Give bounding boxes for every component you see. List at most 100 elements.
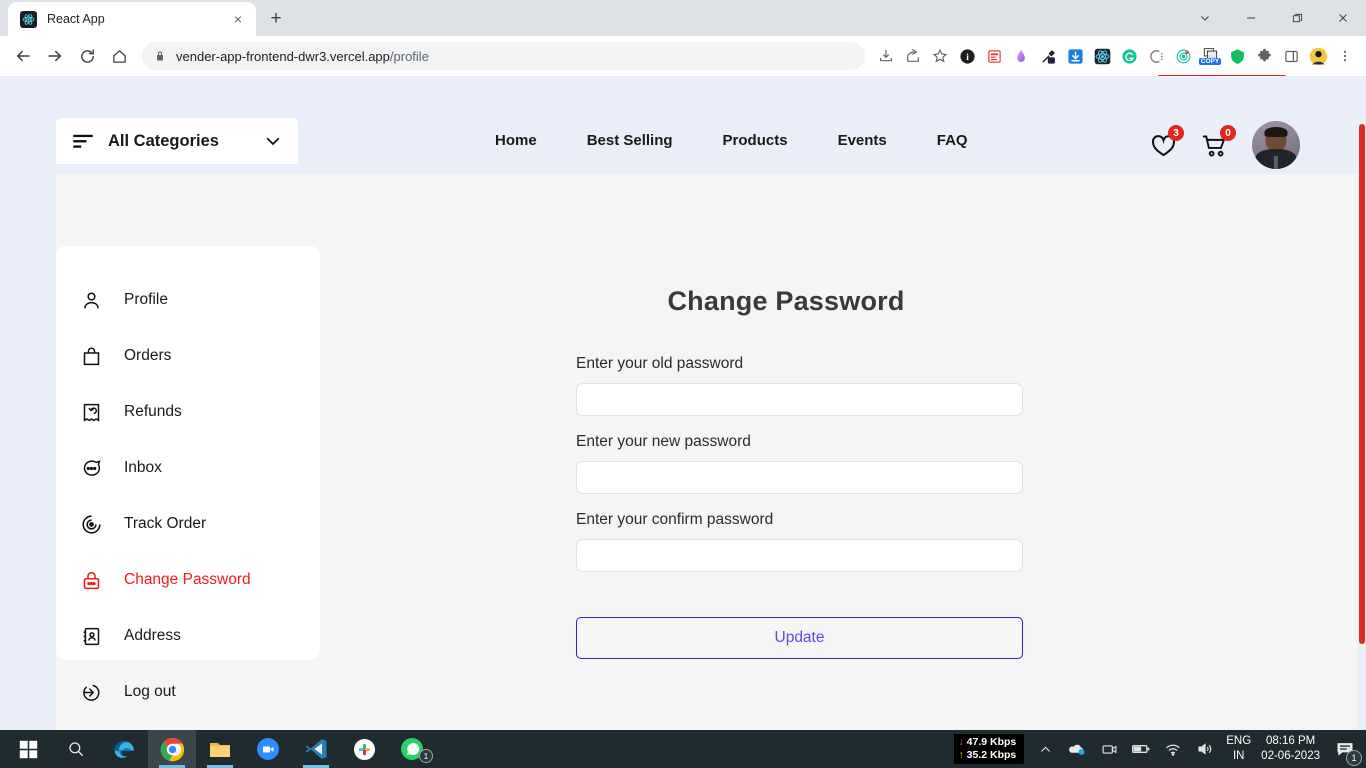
nav-link-faq[interactable]: FAQ (912, 132, 993, 149)
tab-strip: React App × + (0, 0, 1366, 36)
back-icon[interactable] (8, 41, 38, 71)
sidebar-item-address[interactable]: Address (56, 608, 320, 664)
avatar-hair (1264, 126, 1288, 138)
reload-icon[interactable] (72, 41, 102, 71)
share-icon[interactable] (900, 43, 926, 69)
page-title: Change Password (667, 286, 905, 316)
bag-icon (80, 345, 102, 367)
download-arrow: ↓ (958, 736, 964, 748)
sidebar-item-track-order[interactable]: Track Order (56, 496, 320, 552)
avatar[interactable] (1252, 121, 1300, 169)
shield-icon[interactable] (1224, 43, 1250, 69)
maximize-button[interactable] (1274, 0, 1320, 36)
whatsapp-icon[interactable]: 1 (388, 730, 436, 768)
old-password-input[interactable] (576, 383, 1023, 416)
browser-tab[interactable]: React App × (8, 2, 256, 36)
download-speed: 47.9 Kbps (966, 736, 1017, 748)
sidebar-item-orders[interactable]: Orders (56, 328, 320, 384)
confirm-password-input[interactable] (576, 539, 1023, 572)
camera-icon[interactable] (1098, 738, 1120, 760)
eyedropper-icon[interactable] (1035, 43, 1061, 69)
sidebar-item-inbox[interactable]: Inbox (56, 440, 320, 496)
window-controls (1182, 0, 1366, 36)
minimize-button[interactable] (1228, 0, 1274, 36)
nav-link-products[interactable]: Products (698, 132, 813, 149)
profile-sidebar: Profile Orders Refunds Inbox Track Order… (56, 246, 320, 701)
close-icon[interactable]: × (228, 9, 248, 29)
start-button[interactable] (4, 730, 52, 768)
language-indicator[interactable]: ENG IN (1226, 734, 1251, 764)
gradient-icon[interactable] (1008, 43, 1034, 69)
screen-recorder-icon[interactable] (1170, 43, 1196, 69)
clock-date: 02-06-2023 (1261, 750, 1320, 762)
network-speed-widget[interactable]: ↓ 47.9 Kbps ↑ 35.2 Kbps (954, 734, 1025, 764)
chevron-down-icon (264, 132, 282, 150)
sidebar-label: Log out (124, 683, 176, 700)
sidebar-label: Address (124, 627, 181, 644)
notification-icon[interactable]: 1 (1330, 734, 1362, 766)
clock[interactable]: 08:16 PM 02-06-2023 (1261, 734, 1320, 764)
url-host: vender-app-frontend-dwr3.vercel.app (176, 48, 390, 64)
change-password-form: Enter your old password Enter your new p… (576, 355, 1023, 659)
profile-avatar-icon[interactable] (1305, 43, 1331, 69)
all-categories-dropdown[interactable]: All Categories (56, 118, 298, 164)
show-hidden-icons-chevron[interactable] (1034, 738, 1056, 760)
nav-link-best-selling[interactable]: Best Selling (562, 132, 698, 149)
zoom-icon[interactable] (244, 730, 292, 768)
upload-speed: 35.2 Kbps (966, 749, 1017, 761)
windows-taskbar: 1 ↓ 47.9 Kbps ↑ 35.2 Kbps ENG IN 08:16 P… (0, 730, 1366, 768)
battery-icon[interactable] (1130, 738, 1152, 760)
forward-icon[interactable] (40, 41, 70, 71)
new-tab-button[interactable]: + (262, 5, 290, 33)
change-password-panel: Change Password Enter your old password … (476, 174, 1096, 659)
address-bar[interactable]: vender-app-frontend-dwr3.vercel.app/prof… (142, 42, 865, 70)
edge-icon[interactable] (100, 730, 148, 768)
search-icon[interactable] (52, 730, 100, 768)
upload-arrow: ↑ (958, 749, 964, 761)
clock-time: 08:16 PM (1265, 735, 1316, 747)
notes-icon[interactable] (981, 43, 1007, 69)
bitwarden-icon[interactable]: i (954, 43, 980, 69)
react-devtools-icon[interactable] (1089, 43, 1115, 69)
home-icon[interactable] (104, 41, 134, 71)
scrollbar-thumb[interactable] (1359, 124, 1365, 644)
close-window-button[interactable] (1320, 0, 1366, 36)
wishlist-button[interactable]: 3 (1148, 125, 1184, 160)
wifi-icon[interactable] (1162, 738, 1184, 760)
address-bar-text: vender-app-frontend-dwr3.vercel.app/prof… (176, 49, 429, 64)
slack-icon[interactable] (340, 730, 388, 768)
content-area: Profile Orders Refunds Inbox Track Order… (56, 174, 1358, 730)
svg-text:i: i (966, 52, 969, 62)
new-password-input[interactable] (576, 461, 1023, 494)
onedrive-icon[interactable] (1066, 738, 1088, 760)
sidepanel-icon[interactable] (1278, 43, 1304, 69)
nav-link-home[interactable]: Home (470, 132, 562, 149)
cart-button[interactable]: 0 (1200, 125, 1236, 160)
star-icon[interactable] (927, 43, 953, 69)
browser-toolbar: vender-app-frontend-dwr3.vercel.app/prof… (0, 36, 1366, 78)
kebab-menu-icon[interactable] (1332, 43, 1358, 69)
update-button[interactable]: Update (576, 617, 1023, 659)
sidebar-item-logout[interactable]: Log out (56, 664, 320, 720)
clockify-icon[interactable] (1143, 43, 1169, 69)
file-explorer-icon[interactable] (196, 730, 244, 768)
sidebar-item-refunds[interactable]: Refunds (56, 384, 320, 440)
sidebar-item-profile[interactable]: Profile (56, 272, 320, 328)
chrome-icon[interactable] (148, 730, 196, 768)
sidebar-item-change-password[interactable]: Change Password (56, 552, 320, 608)
sidebar-label: Orders (124, 347, 172, 364)
nav-link-events[interactable]: Events (813, 132, 912, 149)
cart-count-badge: 0 (1220, 125, 1236, 141)
old-password-label: Enter your old password (576, 355, 744, 372)
tab-search-icon[interactable] (1182, 0, 1228, 36)
copy-extension-icon[interactable]: COPY (1197, 43, 1223, 69)
system-tray: ↓ 47.9 Kbps ↑ 35.2 Kbps ENG IN 08:16 PM … (954, 734, 1366, 766)
vscode-icon[interactable] (292, 730, 340, 768)
volume-icon[interactable] (1194, 738, 1216, 760)
puzzle-icon[interactable] (1251, 43, 1277, 69)
install-icon[interactable] (873, 43, 899, 69)
page-scrollbar[interactable] (1358, 76, 1366, 730)
grammarly-icon[interactable] (1116, 43, 1142, 69)
download-manager-icon[interactable] (1062, 43, 1088, 69)
toolbar-icons: i COPY (873, 43, 1358, 69)
